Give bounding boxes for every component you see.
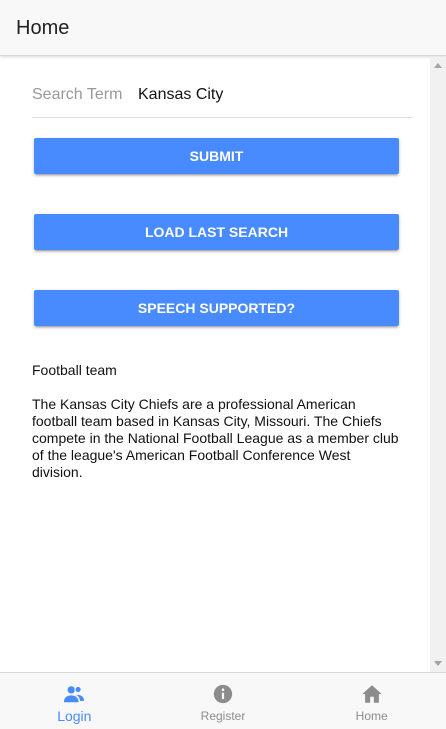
search-result: Football team The Kansas City Chiefs are… — [32, 362, 402, 481]
tab-login-label: Login — [57, 708, 92, 724]
tab-register[interactable]: Register — [149, 673, 298, 729]
tab-login[interactable]: Login — [0, 673, 149, 729]
page-title: Home — [16, 17, 70, 39]
scroll-up-arrow-icon[interactable] — [434, 63, 442, 68]
home-icon — [362, 685, 382, 703]
toolbar-header: Home — [0, 0, 446, 56]
search-item[interactable]: Search Term — [32, 75, 413, 118]
speech-supported-button[interactable]: SPEECH SUPPORTED? — [34, 290, 399, 326]
submit-button[interactable]: SUBMIT — [34, 138, 399, 174]
info-icon — [213, 684, 233, 704]
main-content: Search Term SUBMIT LOAD LAST SEARCH SPEE… — [0, 57, 430, 672]
search-input[interactable] — [136, 81, 410, 109]
people-icon — [64, 685, 85, 703]
app-root: Home Search Term SUBMIT LOAD LAST SEARCH… — [0, 0, 446, 729]
scrollbar[interactable] — [430, 57, 446, 672]
load-last-search-button[interactable]: LOAD LAST SEARCH — [34, 214, 399, 250]
result-type: Football team — [32, 362, 117, 378]
tab-home[interactable]: Home — [297, 673, 446, 729]
tab-home-label: Home — [355, 709, 388, 723]
tab-register-label: Register — [200, 709, 246, 723]
result-description: The Kansas City Chiefs are a professiona… — [32, 396, 399, 480]
scroll-down-arrow-icon[interactable] — [434, 661, 442, 666]
tab-bar: Login Register Home — [0, 672, 446, 729]
search-term-label: Search Term — [32, 86, 123, 103]
